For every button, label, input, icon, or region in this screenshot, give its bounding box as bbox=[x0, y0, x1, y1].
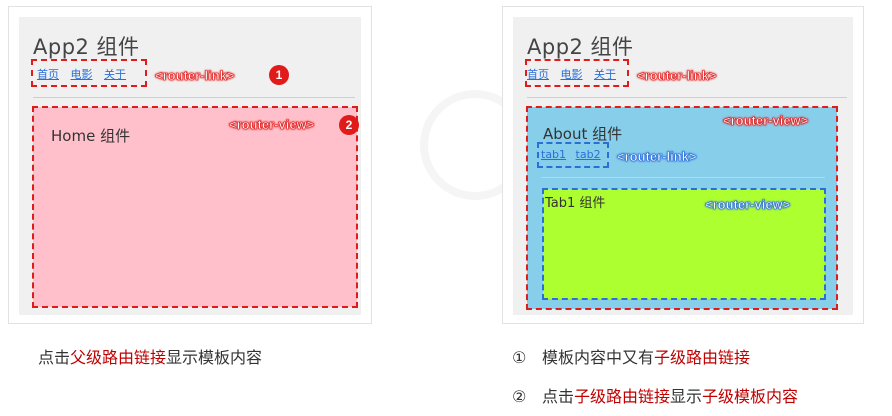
right-caption-2: ② 点击子级路由链接显示子级模板内容 bbox=[512, 387, 799, 406]
left-router-view-tag: <router-view> bbox=[229, 117, 315, 133]
right-app-container: App2 组件 首页 电影 关于 <router-link> <router-v… bbox=[513, 17, 853, 315]
tab-router-link-tag: <router-link> bbox=[617, 149, 697, 165]
left-router-link-box bbox=[31, 59, 147, 87]
tab-view-title: Tab1 组件 bbox=[545, 196, 606, 211]
right-router-view-tag: <router-view> bbox=[723, 113, 809, 129]
left-router-link-tag: <router-link> bbox=[155, 68, 235, 84]
home-view-title: Home 组件 bbox=[51, 127, 131, 145]
about-view-title: About 组件 bbox=[543, 125, 623, 143]
tab-router-view-tag: <router-view> bbox=[705, 197, 791, 213]
left-app-title: App2 组件 bbox=[33, 35, 140, 59]
right-divider bbox=[527, 97, 847, 98]
right-card: App2 组件 首页 电影 关于 <router-link> <router-v… bbox=[502, 6, 864, 324]
left-caption: 点击父级路由链接显示模板内容 bbox=[38, 348, 263, 367]
about-divider bbox=[541, 177, 825, 178]
left-card: App2 组件 首页 电影 关于 <router-link> 1 Home 组件… bbox=[8, 6, 372, 324]
badge-2: 2 bbox=[339, 115, 359, 135]
right-caption-1: ① 模板内容中又有子级路由链接 bbox=[512, 348, 751, 367]
left-app-container: App2 组件 首页 电影 关于 <router-link> 1 Home 组件… bbox=[19, 17, 361, 315]
left-divider bbox=[33, 97, 355, 98]
right-router-link-box bbox=[525, 59, 629, 87]
badge-1: 1 bbox=[269, 65, 289, 85]
right-router-link-tag: <router-link> bbox=[637, 68, 717, 84]
right-app-title: App2 组件 bbox=[527, 35, 634, 59]
tab-router-link-box bbox=[537, 142, 609, 168]
